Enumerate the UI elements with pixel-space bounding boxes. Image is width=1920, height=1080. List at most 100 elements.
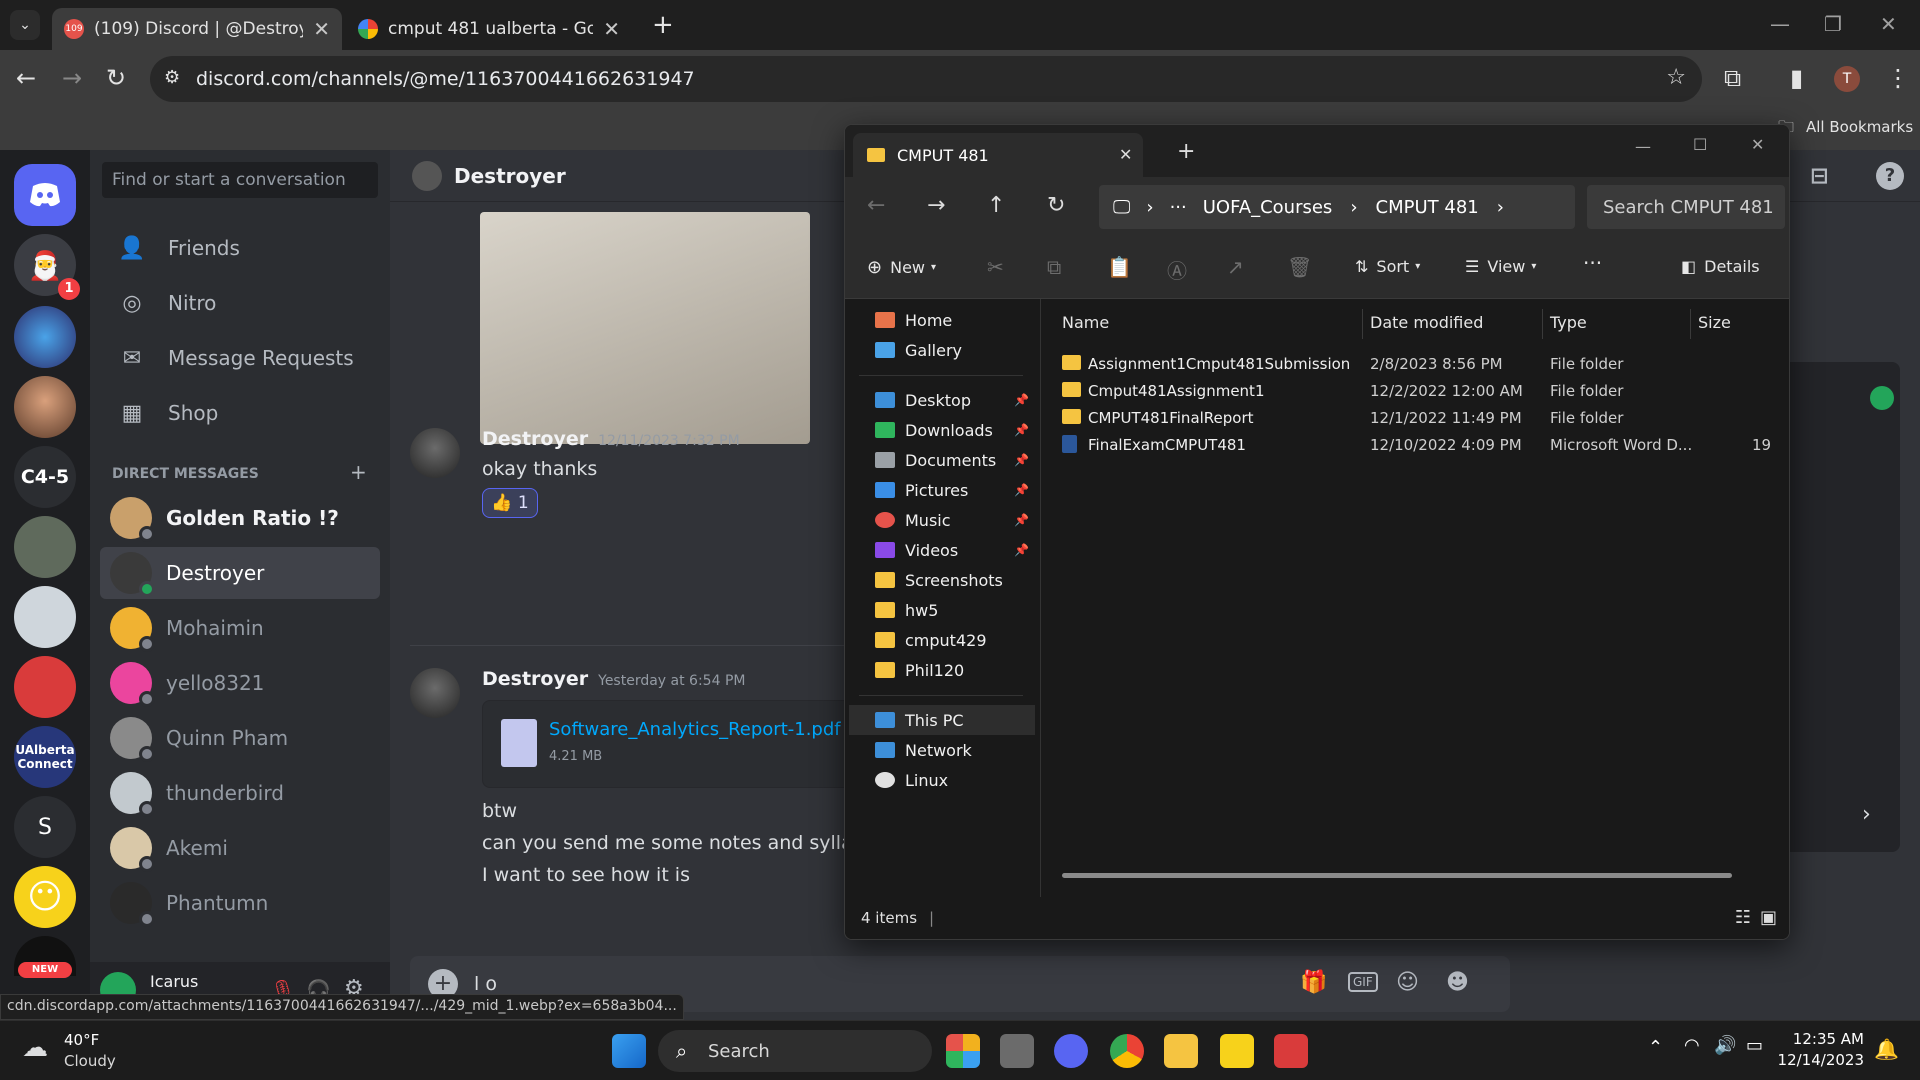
- pin-icon[interactable]: 📌: [1014, 453, 1029, 467]
- chevron-right-icon[interactable]: ›: [1862, 802, 1871, 827]
- author-name[interactable]: Destroyer: [482, 668, 588, 690]
- file-row[interactable]: Cmput481Assignment1 12/2/2022 12:00 AM Fil…: [1062, 378, 1789, 405]
- site-info-icon[interactable]: ⚙: [164, 67, 180, 88]
- close-window-icon[interactable]: ✕: [1880, 12, 1897, 36]
- explorer-search-input[interactable]: Search CMPUT 481: [1587, 185, 1785, 229]
- dm-item-phantumn[interactable]: Phantumn: [100, 877, 380, 929]
- address-bar[interactable]: ⚙ discord.com/channels/@me/1163700441662…: [150, 56, 1702, 102]
- column-header-type[interactable]: Type: [1550, 313, 1587, 332]
- address-breadcrumb[interactable]: 🖵 › ··· UOFA_Courses › CMPUT 481 ›: [1099, 185, 1575, 229]
- avatar[interactable]: [410, 428, 460, 478]
- close-tab-icon[interactable]: ✕: [603, 17, 620, 41]
- forward-icon[interactable]: →: [927, 193, 945, 218]
- help-icon[interactable]: ?: [1876, 162, 1904, 190]
- server-c4-5[interactable]: C4-5: [14, 446, 76, 508]
- back-icon[interactable]: ←: [867, 193, 885, 218]
- server-avatar[interactable]: NEW: [14, 936, 76, 978]
- column-header-name[interactable]: Name: [1062, 313, 1109, 332]
- dm-item-destroyer[interactable]: Destroyer: [100, 547, 380, 599]
- profile-avatar[interactable]: T: [1834, 66, 1860, 92]
- attachment-link[interactable]: Software_Analytics_Report-1.pdf: [549, 719, 841, 740]
- server-avatar[interactable]: 🎅 1: [14, 234, 80, 300]
- close-window-icon[interactable]: ✕: [1751, 135, 1764, 154]
- column-separator[interactable]: [1362, 309, 1363, 339]
- discord-home-icon[interactable]: [14, 164, 76, 226]
- nav-desktop[interactable]: Desktop 📌: [849, 385, 1035, 415]
- back-icon[interactable]: ←: [16, 64, 36, 92]
- pin-icon[interactable]: 📌: [1014, 513, 1029, 527]
- new-tab-button[interactable]: +: [1177, 139, 1195, 164]
- sort-button[interactable]: ⇅ Sort ▾: [1355, 257, 1420, 276]
- chrome-icon[interactable]: [1110, 1034, 1144, 1068]
- nav-linux[interactable]: Linux: [849, 765, 1035, 795]
- nav-hw5[interactable]: hw5: [849, 595, 1035, 625]
- server-avatar[interactable]: [14, 376, 76, 438]
- view-button[interactable]: ☰ View ▾: [1465, 257, 1536, 276]
- share-icon[interactable]: ↗: [1227, 255, 1244, 279]
- dm-item-thunderbird[interactable]: thunderbird: [100, 767, 380, 819]
- details-button[interactable]: ◧ Details: [1681, 257, 1760, 276]
- wifi-icon[interactable]: ◠: [1684, 1035, 1700, 1056]
- sticker-icon[interactable]: ☺: [1396, 970, 1419, 995]
- copy-icon[interactable]: ⧉: [1047, 255, 1061, 279]
- server-avatar[interactable]: [14, 656, 76, 718]
- nav-music[interactable]: Music 📌: [849, 505, 1035, 535]
- server-avatar[interactable]: [14, 306, 76, 368]
- file-row[interactable]: FinalExamCMPUT481 12/10/2022 4:09 PM Micro…: [1062, 432, 1789, 459]
- nav-friends[interactable]: 👤 Friends: [100, 223, 380, 273]
- minimize-window-icon[interactable]: —: [1635, 137, 1651, 156]
- avatar[interactable]: [410, 668, 460, 718]
- gift-icon[interactable]: 🎁: [1300, 970, 1327, 995]
- menu-kebab-icon[interactable]: ⋮: [1886, 64, 1910, 92]
- new-tab-icon[interactable]: +: [652, 10, 674, 40]
- breadcrumb-cmput-481[interactable]: CMPUT 481: [1376, 197, 1479, 218]
- author-name[interactable]: Destroyer: [482, 428, 588, 450]
- pin-icon[interactable]: 📌: [1014, 393, 1029, 407]
- start-windows-icon[interactable]: [612, 1034, 646, 1068]
- refresh-icon[interactable]: ↻: [1047, 193, 1065, 218]
- forward-icon[interactable]: →: [62, 64, 82, 92]
- nav-phil120[interactable]: Phil120: [849, 655, 1035, 685]
- nav-home[interactable]: Home: [849, 305, 1035, 335]
- cut-icon[interactable]: ✂: [987, 255, 1004, 279]
- image-attachment[interactable]: [480, 212, 810, 444]
- sticky-notes-icon[interactable]: [1220, 1034, 1254, 1068]
- nav-cmput429[interactable]: cmput429: [849, 625, 1035, 655]
- weather-temp[interactable]: 40°F: [64, 1031, 99, 1049]
- nav-videos[interactable]: Videos 📌: [849, 535, 1035, 565]
- nav-network[interactable]: Network: [849, 735, 1035, 765]
- breadcrumb-uofa-courses[interactable]: UOFA_Courses: [1203, 197, 1333, 218]
- more-options-icon[interactable]: ···: [1583, 251, 1602, 275]
- nav-screenshots[interactable]: Screenshots: [849, 565, 1035, 595]
- server-avatar[interactable]: [14, 586, 76, 648]
- file-explorer-icon[interactable]: [1164, 1034, 1198, 1068]
- column-separator[interactable]: [1542, 309, 1543, 339]
- inbox-icon[interactable]: ⊟: [1810, 164, 1828, 189]
- system-clock[interactable]: 12:35 AM 12/14/2023: [1778, 1029, 1864, 1071]
- tiles-view-icon[interactable]: ▣: [1760, 907, 1777, 928]
- column-header-date[interactable]: Date modified: [1370, 313, 1483, 332]
- column-header-size[interactable]: Size: [1698, 313, 1731, 332]
- bookmark-star-icon[interactable]: ☆: [1666, 65, 1686, 90]
- taskbar-search[interactable]: ⌕ Search: [658, 1030, 932, 1072]
- chevron-up-icon[interactable]: ⌃: [1648, 1037, 1663, 1058]
- maximize-window-icon[interactable]: ☐: [1693, 135, 1707, 154]
- nav-downloads[interactable]: Downloads 📌: [849, 415, 1035, 445]
- nav-message-requests[interactable]: ✉ Message Requests: [100, 333, 380, 383]
- server-avatar[interactable]: 😶: [14, 866, 76, 928]
- tab-discord[interactable]: 109 (109) Discord | @Destroyer ✕: [52, 8, 342, 50]
- add-dm-button[interactable]: +: [350, 460, 367, 484]
- task-view-icon[interactable]: [1000, 1034, 1034, 1068]
- dm-item-yello8321[interactable]: yello8321: [100, 657, 380, 709]
- rename-icon[interactable]: Ⓐ: [1167, 255, 1187, 284]
- new-button[interactable]: ⊕ New ▾: [867, 257, 936, 278]
- close-tab-icon[interactable]: ✕: [1119, 145, 1132, 164]
- dm-item-golden-ratio[interactable]: Golden Ratio !?: [100, 492, 380, 544]
- horizontal-scrollbar[interactable]: [1062, 873, 1732, 878]
- server-ualberta-connect[interactable]: UAlberta Connect: [14, 726, 76, 788]
- tab-google-search[interactable]: cmput 481 ualberta - Google Sc ✕: [346, 8, 632, 50]
- gif-icon[interactable]: GIF: [1348, 972, 1378, 992]
- weather-desc[interactable]: Cloudy: [64, 1052, 116, 1070]
- column-separator[interactable]: [1690, 309, 1691, 339]
- all-bookmarks-link[interactable]: All Bookmarks: [1806, 118, 1913, 136]
